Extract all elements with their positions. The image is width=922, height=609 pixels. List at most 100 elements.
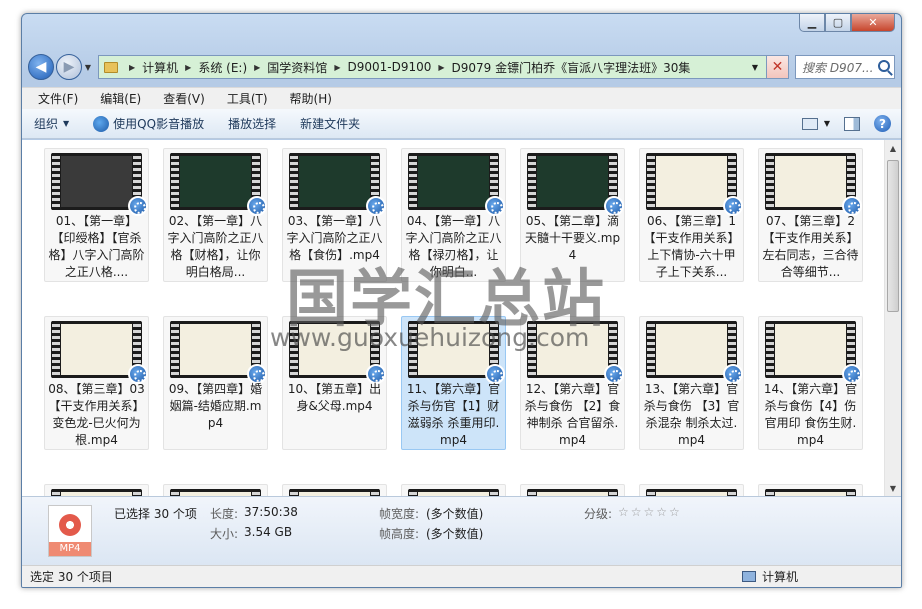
chevron-right-icon[interactable]: ▶ xyxy=(334,63,340,72)
command-bar: 组织 ▼ 使用QQ影音播放 播放选择 新建文件夹 ▼ ? xyxy=(22,109,901,139)
frame-height-value: (多个数值) xyxy=(426,527,484,541)
file-name: 01、【第一章】【印绶格】【官杀格】八字入门高阶之正八格.... xyxy=(48,214,145,279)
frame-height-label: 帧高度: xyxy=(379,527,420,541)
scroll-down-icon[interactable]: ▼ xyxy=(885,480,901,496)
close-button[interactable]: ✕ xyxy=(851,14,895,32)
maximize-button[interactable]: ▢ xyxy=(825,14,851,32)
minimize-button[interactable]: ▁ xyxy=(799,14,825,32)
file-item[interactable]: 02、【第一章】八字入门高阶之正八格【财格】，让你明白格局... xyxy=(163,148,268,282)
scroll-up-icon[interactable]: ▲ xyxy=(885,140,901,156)
back-button[interactable]: ◀ xyxy=(28,54,54,80)
file-name: 09、【第四章】婚姻篇-结婚应期.mp4 xyxy=(168,382,263,430)
breadcrumb-item[interactable]: D9079 金镖门柏乔《盲派八字理法班》30集 xyxy=(452,59,691,76)
rating-stars[interactable]: ☆☆☆☆☆ xyxy=(618,505,682,519)
file-item[interactable]: 13、【第六章】官杀与食伤 【3】官杀混杂 制杀太过.mp4 xyxy=(639,316,744,450)
play-selection-label: 播放选择 xyxy=(228,117,277,131)
stop-icon[interactable]: ✕ xyxy=(767,55,789,79)
qq-player-icon xyxy=(93,115,110,132)
video-thumbnail xyxy=(765,321,862,384)
file-item[interactable] xyxy=(639,484,744,496)
video-thumbnail xyxy=(527,321,624,384)
file-item[interactable] xyxy=(758,484,863,496)
file-item[interactable]: 07、【第三章】2【干支作用关系】左右同志，三合待合等细节... xyxy=(758,148,863,282)
video-thumbnail xyxy=(527,489,618,496)
chevron-right-icon[interactable]: ▶ xyxy=(185,63,191,72)
address-dropdown-icon[interactable]: ▼ xyxy=(752,63,758,72)
menu-item[interactable]: 工具(T) xyxy=(211,90,274,107)
search-icon[interactable] xyxy=(878,60,890,72)
chevron-right-icon: ▶ xyxy=(129,62,136,72)
file-item[interactable]: 03、【第一章】八字入门高阶之正八格【食伤】.mp4 xyxy=(282,148,387,282)
scroll-thumb[interactable] xyxy=(887,160,899,312)
menu-item[interactable]: 查看(V) xyxy=(147,90,211,107)
menu-item[interactable]: 帮助(H) xyxy=(274,90,338,107)
frame-width-value: (多个数值) xyxy=(426,507,484,521)
file-item[interactable] xyxy=(44,484,149,496)
file-item[interactable] xyxy=(520,484,625,496)
status-selection: 选定 30 个项目 xyxy=(30,570,113,584)
breadcrumb-item[interactable]: 国学资料馆 xyxy=(267,59,327,76)
breadcrumb-item[interactable]: 计算机 xyxy=(142,59,178,76)
file-name: 02、【第一章】八字入门高阶之正八格【财格】，让你明白格局... xyxy=(167,214,264,279)
new-folder-label: 新建文件夹 xyxy=(300,117,361,131)
organize-label: 组织 xyxy=(34,117,59,131)
file-item[interactable]: 14、【第六章】官杀与食伤【4】伤官用印 食伤生财.mp4 xyxy=(758,316,863,450)
file-name: 05、【第二章】滴天髓十干要义.mp4 xyxy=(524,214,621,262)
file-item[interactable]: 10、【第五章】出身&父母.mp4 xyxy=(282,316,387,450)
search-input[interactable]: 搜索 D907... xyxy=(795,55,895,79)
breadcrumb-item[interactable]: D9001-D9100 xyxy=(347,60,431,74)
status-location: 计算机 xyxy=(742,568,798,585)
file-item[interactable]: 05、【第二章】滴天髓十干要义.mp4 xyxy=(520,148,625,282)
video-thumbnail xyxy=(408,153,505,216)
menu-item[interactable]: 编辑(E) xyxy=(84,90,147,107)
play-selection-button[interactable]: 播放选择 xyxy=(216,109,288,138)
file-item[interactable]: 06、【第三章】1【干支作用关系】上下情协-六十甲子上下关系... xyxy=(639,148,744,282)
length-value: 37:50:38 xyxy=(244,505,298,519)
video-thumbnail xyxy=(170,321,267,384)
explorer-window: ▁ ▢ ✕ ◀ ▶ ▼ ▶ 计算机 ▶ 系统 (E:) ▶ 国学资料馆 ▶ D9001-D9… xyxy=(21,13,902,588)
forward-button[interactable]: ▶ xyxy=(56,54,82,80)
mp4-icon-label: MP4 xyxy=(49,542,91,556)
chevron-right-icon[interactable]: ▶ xyxy=(254,63,260,72)
file-item[interactable]: 12、【第六章】官杀与食伤 【2】食神制杀 合官留杀.mp4 xyxy=(520,316,625,450)
breadcrumb-item[interactable]: 系统 (E:) xyxy=(198,59,247,76)
new-folder-button[interactable]: 新建文件夹 xyxy=(288,109,372,138)
file-name: 10、【第五章】出身&父母.mp4 xyxy=(287,382,382,413)
menu-item[interactable]: 文件(F) xyxy=(22,90,84,107)
file-item[interactable] xyxy=(163,484,268,496)
selected-count: 已选择 30 个项 xyxy=(114,507,197,521)
file-item[interactable]: 11、【第六章】官杀与伤官【1】财滋弱杀 杀重用印.mp4 xyxy=(401,316,506,450)
address-bar[interactable]: ▶ 计算机 ▶ 系统 (E:) ▶ 国学资料馆 ▶ D9001-D9100 ▶ D9079 金镖… xyxy=(98,55,767,79)
recent-pages-dropdown[interactable]: ▼ xyxy=(82,63,94,72)
file-item[interactable]: 09、【第四章】婚姻篇-结婚应期.mp4 xyxy=(163,316,268,450)
file-name: 11、【第六章】官杀与伤官【1】财滋弱杀 杀重用印.mp4 xyxy=(406,382,501,447)
help-icon[interactable]: ? xyxy=(874,115,891,132)
play-with-qq-button[interactable]: 使用QQ影音播放 xyxy=(81,109,216,138)
file-item[interactable] xyxy=(401,484,506,496)
menu-bar: 文件(F) 编辑(E) 查看(V) 工具(T) 帮助(H) xyxy=(22,87,901,109)
status-location-label: 计算机 xyxy=(762,570,799,584)
file-item[interactable] xyxy=(282,484,387,496)
chevron-right-icon[interactable]: ▶ xyxy=(438,63,444,72)
file-item[interactable]: 04、【第一章】八字入门高阶之正八格【禄刃格】，让你明白... xyxy=(401,148,506,282)
status-bar: 选定 30 个项目 计算机 xyxy=(22,565,901,587)
video-thumbnail xyxy=(289,153,386,216)
video-thumbnail xyxy=(646,489,737,496)
video-thumbnail xyxy=(51,489,142,496)
file-item[interactable]: 08、【第三章】03【干支作用关系】变色龙-巳火何为根.mp4 xyxy=(44,316,149,450)
size-value: 3.54 GB xyxy=(244,525,293,539)
video-thumbnail xyxy=(646,153,743,216)
details-pane: MP4 已选择 30 个项 长度: 37:50:38 大小: 3.54 GB 帧… xyxy=(22,496,901,566)
video-thumbnail xyxy=(51,321,148,384)
file-item[interactable]: 01、【第一章】【印绶格】【官杀格】八字入门高阶之正八格.... xyxy=(44,148,149,282)
caption-buttons: ▁ ▢ ✕ xyxy=(799,14,895,32)
preview-pane-icon[interactable] xyxy=(844,116,860,131)
video-thumbnail xyxy=(527,153,624,216)
file-name: 13、【第六章】官杀与食伤 【3】官杀混杂 制杀太过.mp4 xyxy=(643,382,740,447)
video-thumbnail xyxy=(289,489,380,496)
video-thumbnail xyxy=(51,153,148,216)
organize-button[interactable]: 组织 ▼ xyxy=(22,109,81,138)
change-view-button[interactable]: ▼ xyxy=(801,117,830,130)
vertical-scrollbar[interactable]: ▲ ▼ xyxy=(884,140,901,496)
frame-width-label: 帧宽度: xyxy=(379,507,420,521)
